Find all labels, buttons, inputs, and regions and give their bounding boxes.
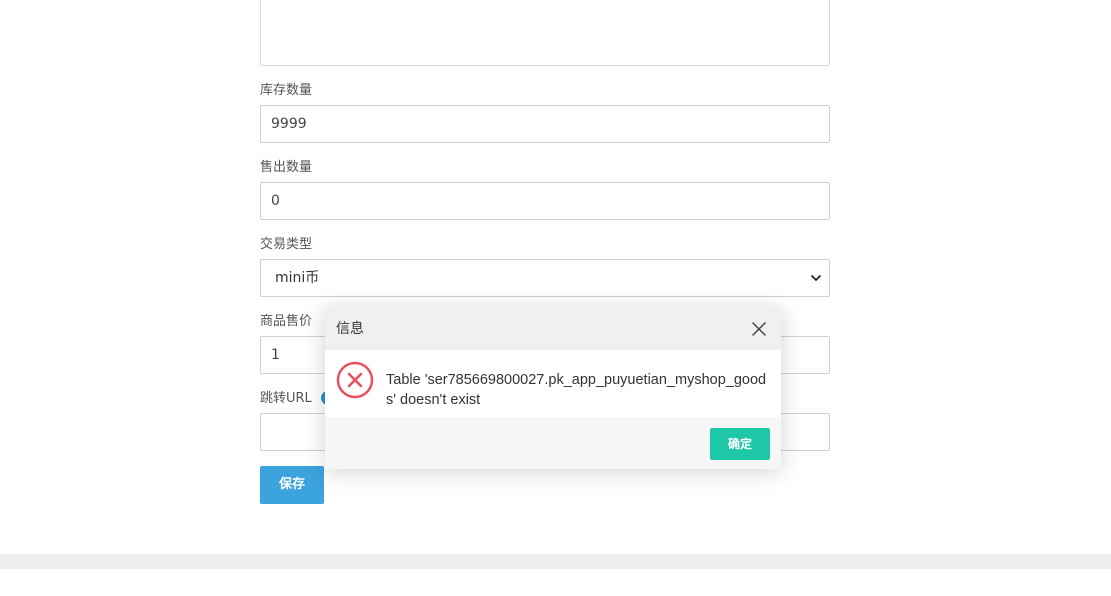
description-textarea[interactable] — [260, 0, 830, 66]
trade-type-select[interactable]: mini币 — [260, 259, 830, 297]
dialog-header: 信息 — [325, 308, 781, 350]
error-circle-icon — [336, 361, 374, 399]
close-icon[interactable] — [751, 321, 767, 337]
error-dialog: 信息 Table 'ser785669800027.pk_app_puyueti… — [325, 308, 781, 469]
trade-type-value: mini币 — [275, 270, 320, 286]
trade-type-label: 交易类型 — [260, 237, 313, 252]
chevron-down-icon — [811, 275, 821, 281]
stock-label: 库存数量 — [260, 83, 313, 98]
redirect-url-label: 跳转URL — [260, 391, 312, 406]
dialog-footer: 确定 — [325, 417, 781, 469]
ok-button[interactable]: 确定 — [710, 428, 770, 460]
dialog-title: 信息 — [336, 321, 364, 337]
price-label: 商品售价 — [260, 314, 313, 329]
sold-input[interactable]: 0 — [260, 182, 830, 220]
dialog-message: Table 'ser785669800027.pk_app_puyuetian_… — [386, 372, 767, 408]
stock-input[interactable]: 9999 — [260, 105, 830, 143]
sold-label: 售出数量 — [260, 160, 313, 175]
save-button[interactable]: 保存 — [260, 466, 324, 504]
footer-bar — [0, 554, 1111, 569]
dialog-body: Table 'ser785669800027.pk_app_puyuetian_… — [325, 350, 781, 417]
